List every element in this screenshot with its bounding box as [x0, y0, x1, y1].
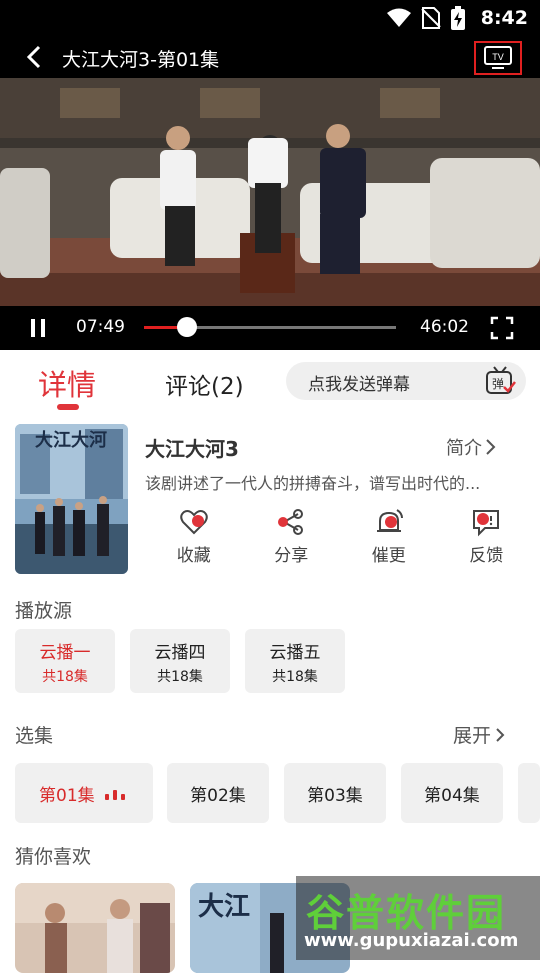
- urge-update-label: 催更: [371, 546, 406, 566]
- chevron-right-icon: [496, 727, 505, 742]
- share-button[interactable]: 分享: [243, 507, 341, 566]
- bell-icon: [376, 509, 403, 532]
- episode-item-1[interactable]: 第01集: [15, 763, 153, 823]
- player-top-bar: 大江大河3-第01集 TV: [0, 36, 540, 78]
- intro-label: 简介: [446, 438, 482, 459]
- battery-charging-icon: [450, 6, 465, 30]
- fullscreen-icon[interactable]: [490, 316, 514, 340]
- svg-text:大江: 大江: [198, 892, 250, 922]
- feedback-label: 反馈: [469, 546, 504, 566]
- chevron-right-icon: [486, 439, 496, 455]
- source-name: 云播五: [269, 643, 321, 663]
- share-label: 分享: [274, 546, 309, 566]
- recommend-heading: 猜你喜欢: [15, 846, 92, 868]
- status-time: 8:42: [480, 7, 528, 29]
- danmu-placeholder: 点我发送弹幕: [308, 375, 410, 395]
- episode-item-5[interactable]: [518, 763, 540, 823]
- watermark-url: www.gupuxiazai.com: [304, 930, 519, 951]
- svg-text:TV: TV: [492, 52, 504, 62]
- source-item-2[interactable]: 云播四 共18集: [130, 629, 230, 693]
- status-bar: 8:42: [0, 0, 540, 36]
- tv-cast-icon: TV: [484, 46, 512, 69]
- feedback-icon: [473, 510, 500, 537]
- episode-label: 第02集: [190, 785, 246, 806]
- video-player[interactable]: 大江大河3-第01集 TV 07:49 46:02: [0, 36, 540, 350]
- episode-label: 第04集: [424, 785, 480, 806]
- playing-indicator-icon: [104, 786, 125, 800]
- danmu-icon-label: 弹: [492, 377, 504, 391]
- video-title: 大江大河3-第01集: [62, 49, 220, 71]
- episode-item-2[interactable]: 第02集: [167, 763, 269, 823]
- video-frame[interactable]: [0, 78, 540, 306]
- intro-link[interactable]: 简介: [446, 434, 498, 460]
- feedback-button[interactable]: 反馈: [438, 507, 536, 566]
- no-sim-icon: [421, 7, 441, 29]
- tab-active-indicator: [57, 404, 79, 410]
- current-time: 07:49: [76, 317, 125, 337]
- source-item-3[interactable]: 云播五 共18集: [245, 629, 345, 693]
- player-controls: 07:49 46:02: [0, 306, 540, 350]
- tv-cast-button[interactable]: TV: [474, 41, 522, 75]
- episode-label: 第01集: [39, 785, 95, 806]
- expand-episodes-button[interactable]: 展开: [453, 721, 509, 748]
- wifi-icon: [386, 8, 411, 27]
- urge-update-button[interactable]: 催更: [340, 507, 438, 566]
- favorite-button[interactable]: 收藏: [145, 507, 243, 566]
- total-time: 46:02: [420, 317, 469, 337]
- episode-label: 第03集: [307, 785, 363, 806]
- heart-icon: [180, 510, 208, 535]
- seek-thumb[interactable]: [176, 317, 197, 337]
- watermark-name: 谷普软件园: [306, 891, 507, 935]
- source-name: 云播一: [39, 643, 91, 663]
- source-name: 云播四: [154, 643, 206, 663]
- tab-comments[interactable]: 评论(2): [165, 367, 244, 401]
- episode-item-3[interactable]: 第03集: [284, 763, 386, 823]
- source-count: 共18集: [272, 669, 318, 685]
- site-watermark: 谷普软件园 www.gupuxiazai.com: [296, 876, 540, 960]
- danmu-input[interactable]: 点我发送弹幕 弹: [286, 362, 526, 400]
- danmu-icon[interactable]: 弹: [484, 365, 516, 397]
- source-item-1[interactable]: 云播一 共18集: [15, 629, 115, 693]
- show-title: 大江大河3: [145, 437, 239, 461]
- pause-button[interactable]: [30, 319, 46, 337]
- show-poster[interactable]: 大江大河: [15, 424, 128, 574]
- show-description: 该剧讲述了一代人的拼搏奋斗，谱写出时代的...: [145, 474, 481, 493]
- expand-label: 展开: [453, 725, 492, 747]
- episodes-heading: 选集: [15, 725, 54, 747]
- source-count: 共18集: [42, 669, 88, 685]
- share-icon: [278, 509, 304, 535]
- episode-item-4[interactable]: 第04集: [401, 763, 503, 823]
- favorite-label: 收藏: [176, 546, 211, 566]
- tab-detail[interactable]: 详情: [38, 362, 96, 404]
- source-count: 共18集: [157, 669, 203, 685]
- back-arrow-icon[interactable]: [22, 44, 48, 70]
- svg-text:大江大河: 大江大河: [35, 429, 107, 451]
- sources-heading: 播放源: [15, 600, 73, 622]
- action-row: 收藏 分享 催更 反馈: [145, 507, 535, 566]
